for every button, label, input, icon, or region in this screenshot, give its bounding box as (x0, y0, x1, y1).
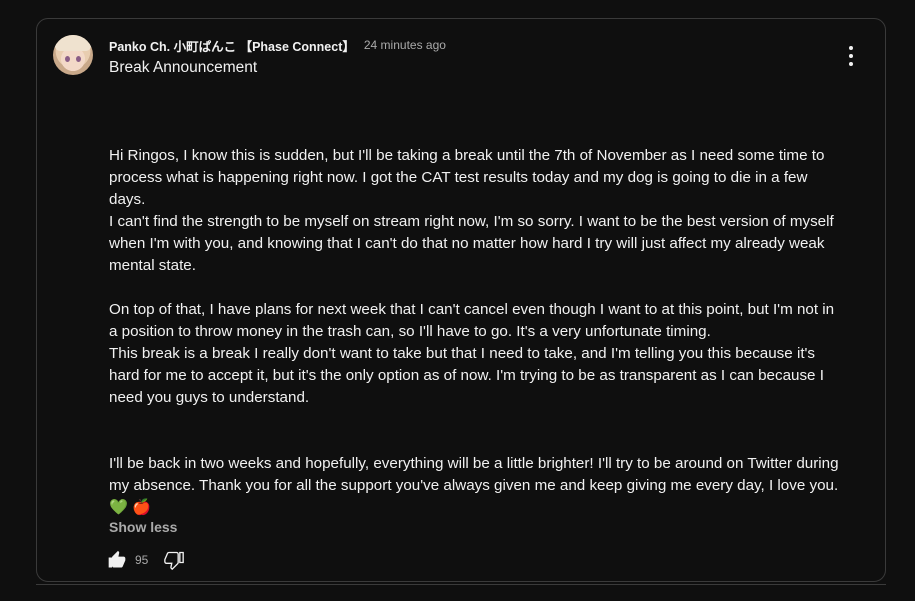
community-post-card: Panko Ch. 小町ぱんこ 【Phase Connect】 24 minut… (36, 18, 886, 582)
post-body: Hi Ringos, I know this is sudden, but I'… (109, 145, 839, 519)
post-actions: 95 (107, 549, 185, 571)
avatar-hair (55, 35, 91, 51)
menu-dot (849, 54, 853, 58)
post-time[interactable]: 24 minutes ago (364, 38, 446, 52)
author-name[interactable]: Panko Ch. 小町ぱんこ 【Phase Connect】 (109, 36, 355, 55)
post-paragraph: I can't find the strength to be myself o… (109, 213, 834, 274)
post-header: Panko Ch. 小町ぱんこ 【Phase Connect】 24 minut… (109, 36, 446, 54)
menu-dot (849, 46, 853, 50)
post-paragraph: Hi Ringos, I know this is sudden, but I'… (109, 147, 825, 208)
author-avatar[interactable] (53, 35, 93, 75)
avatar-eye-right (76, 56, 81, 62)
divider (36, 584, 886, 585)
thumbs-down-icon[interactable] (164, 550, 185, 570)
post-paragraph: I'll be back in two weeks and hopefully,… (109, 455, 839, 516)
post-paragraph: On top of that, I have plans for next we… (109, 301, 835, 340)
thumbs-up-icon[interactable] (107, 550, 127, 570)
menu-dot (849, 62, 853, 66)
post-title: Break Announcement (109, 59, 258, 76)
avatar-eye-left (65, 56, 70, 62)
show-less-button[interactable]: Show less (109, 519, 177, 535)
post-paragraph: This break is a break I really don't wan… (109, 345, 824, 406)
like-count: 95 (135, 553, 149, 567)
more-vert-icon[interactable] (843, 46, 859, 66)
